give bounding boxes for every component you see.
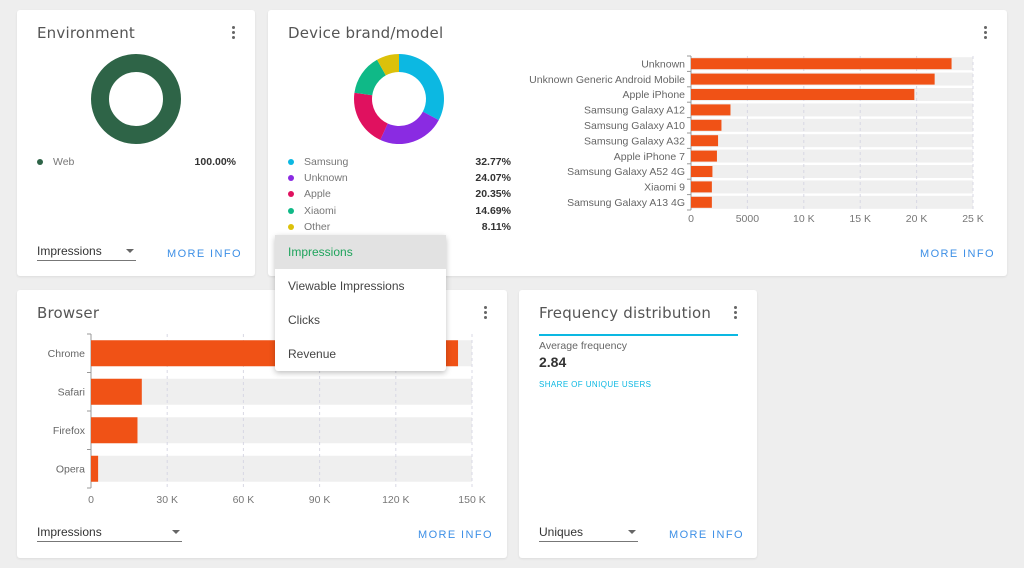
category-label: Opera: [56, 463, 85, 475]
bar: [691, 166, 713, 177]
bar: [91, 455, 99, 482]
bar-track: [691, 118, 973, 132]
metric-dropdown-menu: Impressions Viewable Impressions Clicks …: [275, 235, 446, 371]
browser-metric-select[interactable]: Impressions: [37, 525, 182, 542]
frequency-card: Frequency distribution Average frequency…: [519, 290, 757, 558]
bar-track: [91, 378, 472, 405]
bar: [691, 119, 722, 131]
category-label: Apple iPhone 7: [614, 151, 685, 163]
browser-menu-icon[interactable]: [479, 306, 491, 322]
browser-more-info-link[interactable]: MORE INFO: [418, 529, 493, 541]
category-label: Samsung Galaxy A52 4G: [567, 166, 685, 178]
donut-slice: [91, 54, 181, 144]
x-tick-label: 120 K: [382, 494, 409, 506]
share-of-unique-users-label: SHARE OF UNIQUE USERS: [539, 380, 652, 389]
category-label: Firefox: [53, 425, 86, 437]
frequency-divider: [539, 334, 738, 336]
x-tick-label: 20 K: [906, 213, 928, 225]
category-label: Xiaomi 9: [644, 182, 685, 194]
bar-track: [91, 455, 472, 482]
bar: [691, 73, 935, 85]
environment-metric-select[interactable]: Impressions: [37, 244, 136, 261]
x-tick-label: 0: [88, 494, 94, 506]
category-label: Chrome: [48, 348, 86, 360]
environment-legend-item: Web 100.00%: [37, 156, 236, 170]
menu-item-revenue[interactable]: Revenue: [275, 337, 446, 371]
bar: [691, 104, 731, 116]
x-tick-label: 15 K: [849, 213, 871, 225]
select-value: Uniques: [539, 525, 584, 539]
x-tick-label: 0: [688, 213, 694, 225]
bar-track: [691, 165, 973, 178]
frequency-bar-chart: [519, 390, 757, 520]
select-value: Impressions: [37, 244, 102, 258]
frequency-metric-select[interactable]: Uniques: [539, 525, 638, 542]
x-tick-label: 30 K: [156, 494, 178, 506]
legend-value: 100.00%: [194, 156, 236, 168]
select-value: Impressions: [37, 525, 102, 539]
category-label: Samsung Galaxy A32: [584, 135, 685, 147]
bar: [691, 135, 719, 147]
legend-label: Web: [53, 156, 75, 168]
device-bar-chart: Unknown Unknown Generic Android Mobile App…: [529, 55, 984, 225]
bar-track: [691, 103, 973, 117]
bar: [691, 196, 712, 208]
x-tick-label: 150 K: [458, 494, 485, 506]
bar: [691, 150, 717, 162]
menu-item-impressions[interactable]: Impressions: [275, 235, 446, 269]
menu-item-clicks[interactable]: Clicks: [275, 303, 446, 337]
category-label: Samsung Galaxy A13 4G: [567, 197, 685, 209]
average-frequency-value: 2.84: [539, 354, 567, 370]
category-label: Samsung Galaxy A10: [584, 120, 685, 132]
frequency-title: Frequency distribution: [539, 304, 712, 322]
x-tick-label: 10 K: [793, 213, 815, 225]
bar: [91, 378, 142, 405]
bar: [691, 181, 712, 193]
x-tick-label: 5000: [736, 213, 760, 225]
x-tick-label: 25 K: [962, 213, 984, 225]
device-title: Device brand/model: [288, 24, 444, 42]
category-label: Apple iPhone: [623, 89, 686, 101]
category-label: Unknown Generic Android Mobile: [529, 74, 685, 86]
environment-more-info-link[interactable]: MORE INFO: [167, 248, 242, 260]
category-label: Safari: [58, 386, 85, 398]
bar-track: [691, 195, 973, 209]
x-tick-label: 90 K: [309, 494, 331, 506]
browser-title: Browser: [37, 304, 100, 322]
chevron-down-icon: [628, 530, 636, 534]
chevron-down-icon: [172, 530, 180, 534]
average-frequency-label: Average frequency: [539, 340, 627, 352]
bar-track: [691, 180, 973, 194]
bar-track: [691, 149, 973, 163]
category-label: Samsung Galaxy A12: [584, 105, 685, 117]
bar: [691, 89, 915, 100]
environment-card: Environment Web 100.00% Impressions MORE…: [17, 10, 255, 276]
environment-menu-icon[interactable]: [227, 26, 239, 42]
legend-dot: [37, 159, 43, 165]
environment-title: Environment: [37, 24, 135, 42]
bar: [691, 58, 952, 70]
frequency-menu-icon[interactable]: [729, 306, 741, 322]
frequency-more-info-link[interactable]: MORE INFO: [669, 529, 744, 541]
x-tick-label: 60 K: [233, 494, 255, 506]
bar-track: [691, 134, 973, 148]
category-label: Unknown: [641, 58, 685, 70]
chevron-down-icon: [126, 249, 134, 253]
bar-track: [91, 417, 472, 444]
menu-item-viewable-impressions[interactable]: Viewable Impressions: [275, 269, 446, 303]
environment-donut-chart: [91, 54, 181, 144]
device-more-info-link[interactable]: MORE INFO: [920, 248, 995, 260]
bar: [91, 417, 138, 444]
device-menu-icon[interactable]: [979, 26, 991, 42]
